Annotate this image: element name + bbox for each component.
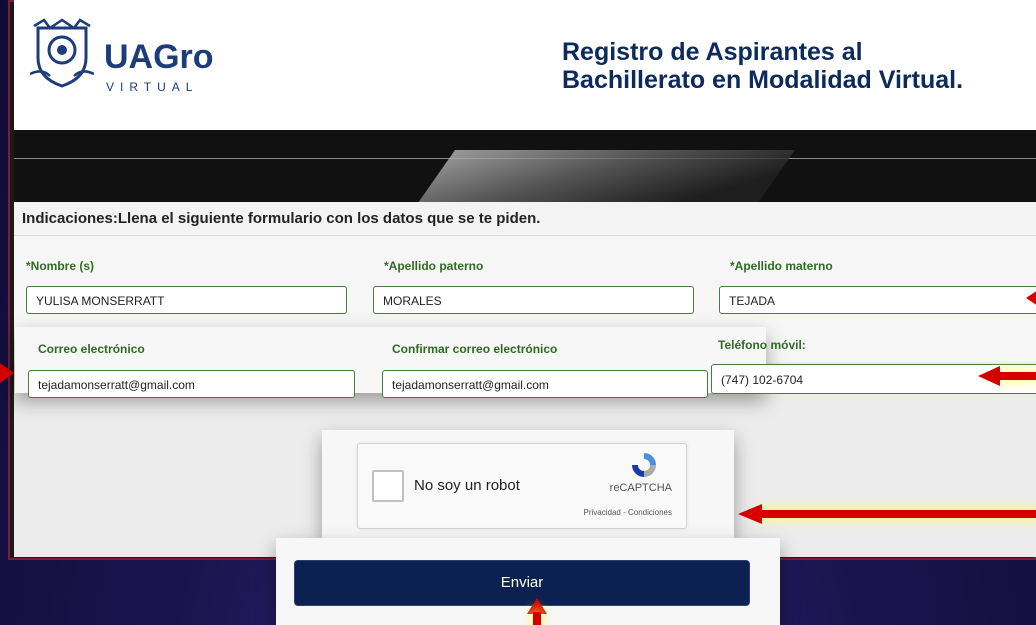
page-title-line1: Registro de Aspirantes al [562, 38, 863, 66]
nombre-label: *Nombre (s) [26, 259, 95, 273]
apellido-materno-input[interactable]: TEJADA [719, 286, 1036, 314]
apellido-paterno-label: *Apellido paterno [384, 259, 484, 273]
recaptcha-links[interactable]: Privacidad - Condiciones [584, 508, 673, 517]
confirmar-correo-input[interactable]: tejadamonserratt@gmail.com [382, 370, 708, 398]
page-title-line2: Bachillerato en Modalidad Virtual. [562, 66, 964, 94]
nombre-input[interactable]: YULISA MONSERRATT [26, 286, 347, 314]
hero-laptop-image [412, 150, 796, 202]
enviar-button[interactable]: Enviar [294, 560, 750, 606]
apellido-materno-label: *Apellido materno [730, 259, 833, 273]
confirmar-correo-label: Confirmar correo electrónico [392, 342, 558, 356]
page-title: Registro de Aspirantes al Bachillerato e… [562, 38, 1022, 94]
recaptcha-brand: reCAPTCHA [609, 482, 672, 494]
site-header: UAGro VIRTUAL Registro de Aspirantes al … [14, 0, 1036, 130]
apellido-paterno-input[interactable]: MORALES [373, 286, 694, 314]
recaptcha-checkbox[interactable] [372, 470, 404, 502]
instructions-text: Indicaciones:Llena el siguiente formular… [14, 202, 1036, 236]
recaptcha-logo-icon [632, 453, 656, 477]
uagro-logo[interactable]: UAGro VIRTUAL [30, 18, 240, 98]
recaptcha-label: No soy un robot [414, 477, 520, 494]
brand-subtitle: VIRTUAL [106, 80, 199, 94]
shield-icon [30, 18, 94, 88]
hero-banner [14, 130, 1036, 202]
correo-input[interactable]: tejadamonserratt@gmail.com [28, 370, 355, 398]
correo-label: Correo electrónico [38, 342, 145, 356]
brand-name: UAGro [104, 38, 214, 76]
telefono-label: Teléfono móvil: [718, 338, 806, 352]
recaptcha-widget: No soy un robot reCAPTCHA Privacidad - C… [357, 443, 687, 529]
